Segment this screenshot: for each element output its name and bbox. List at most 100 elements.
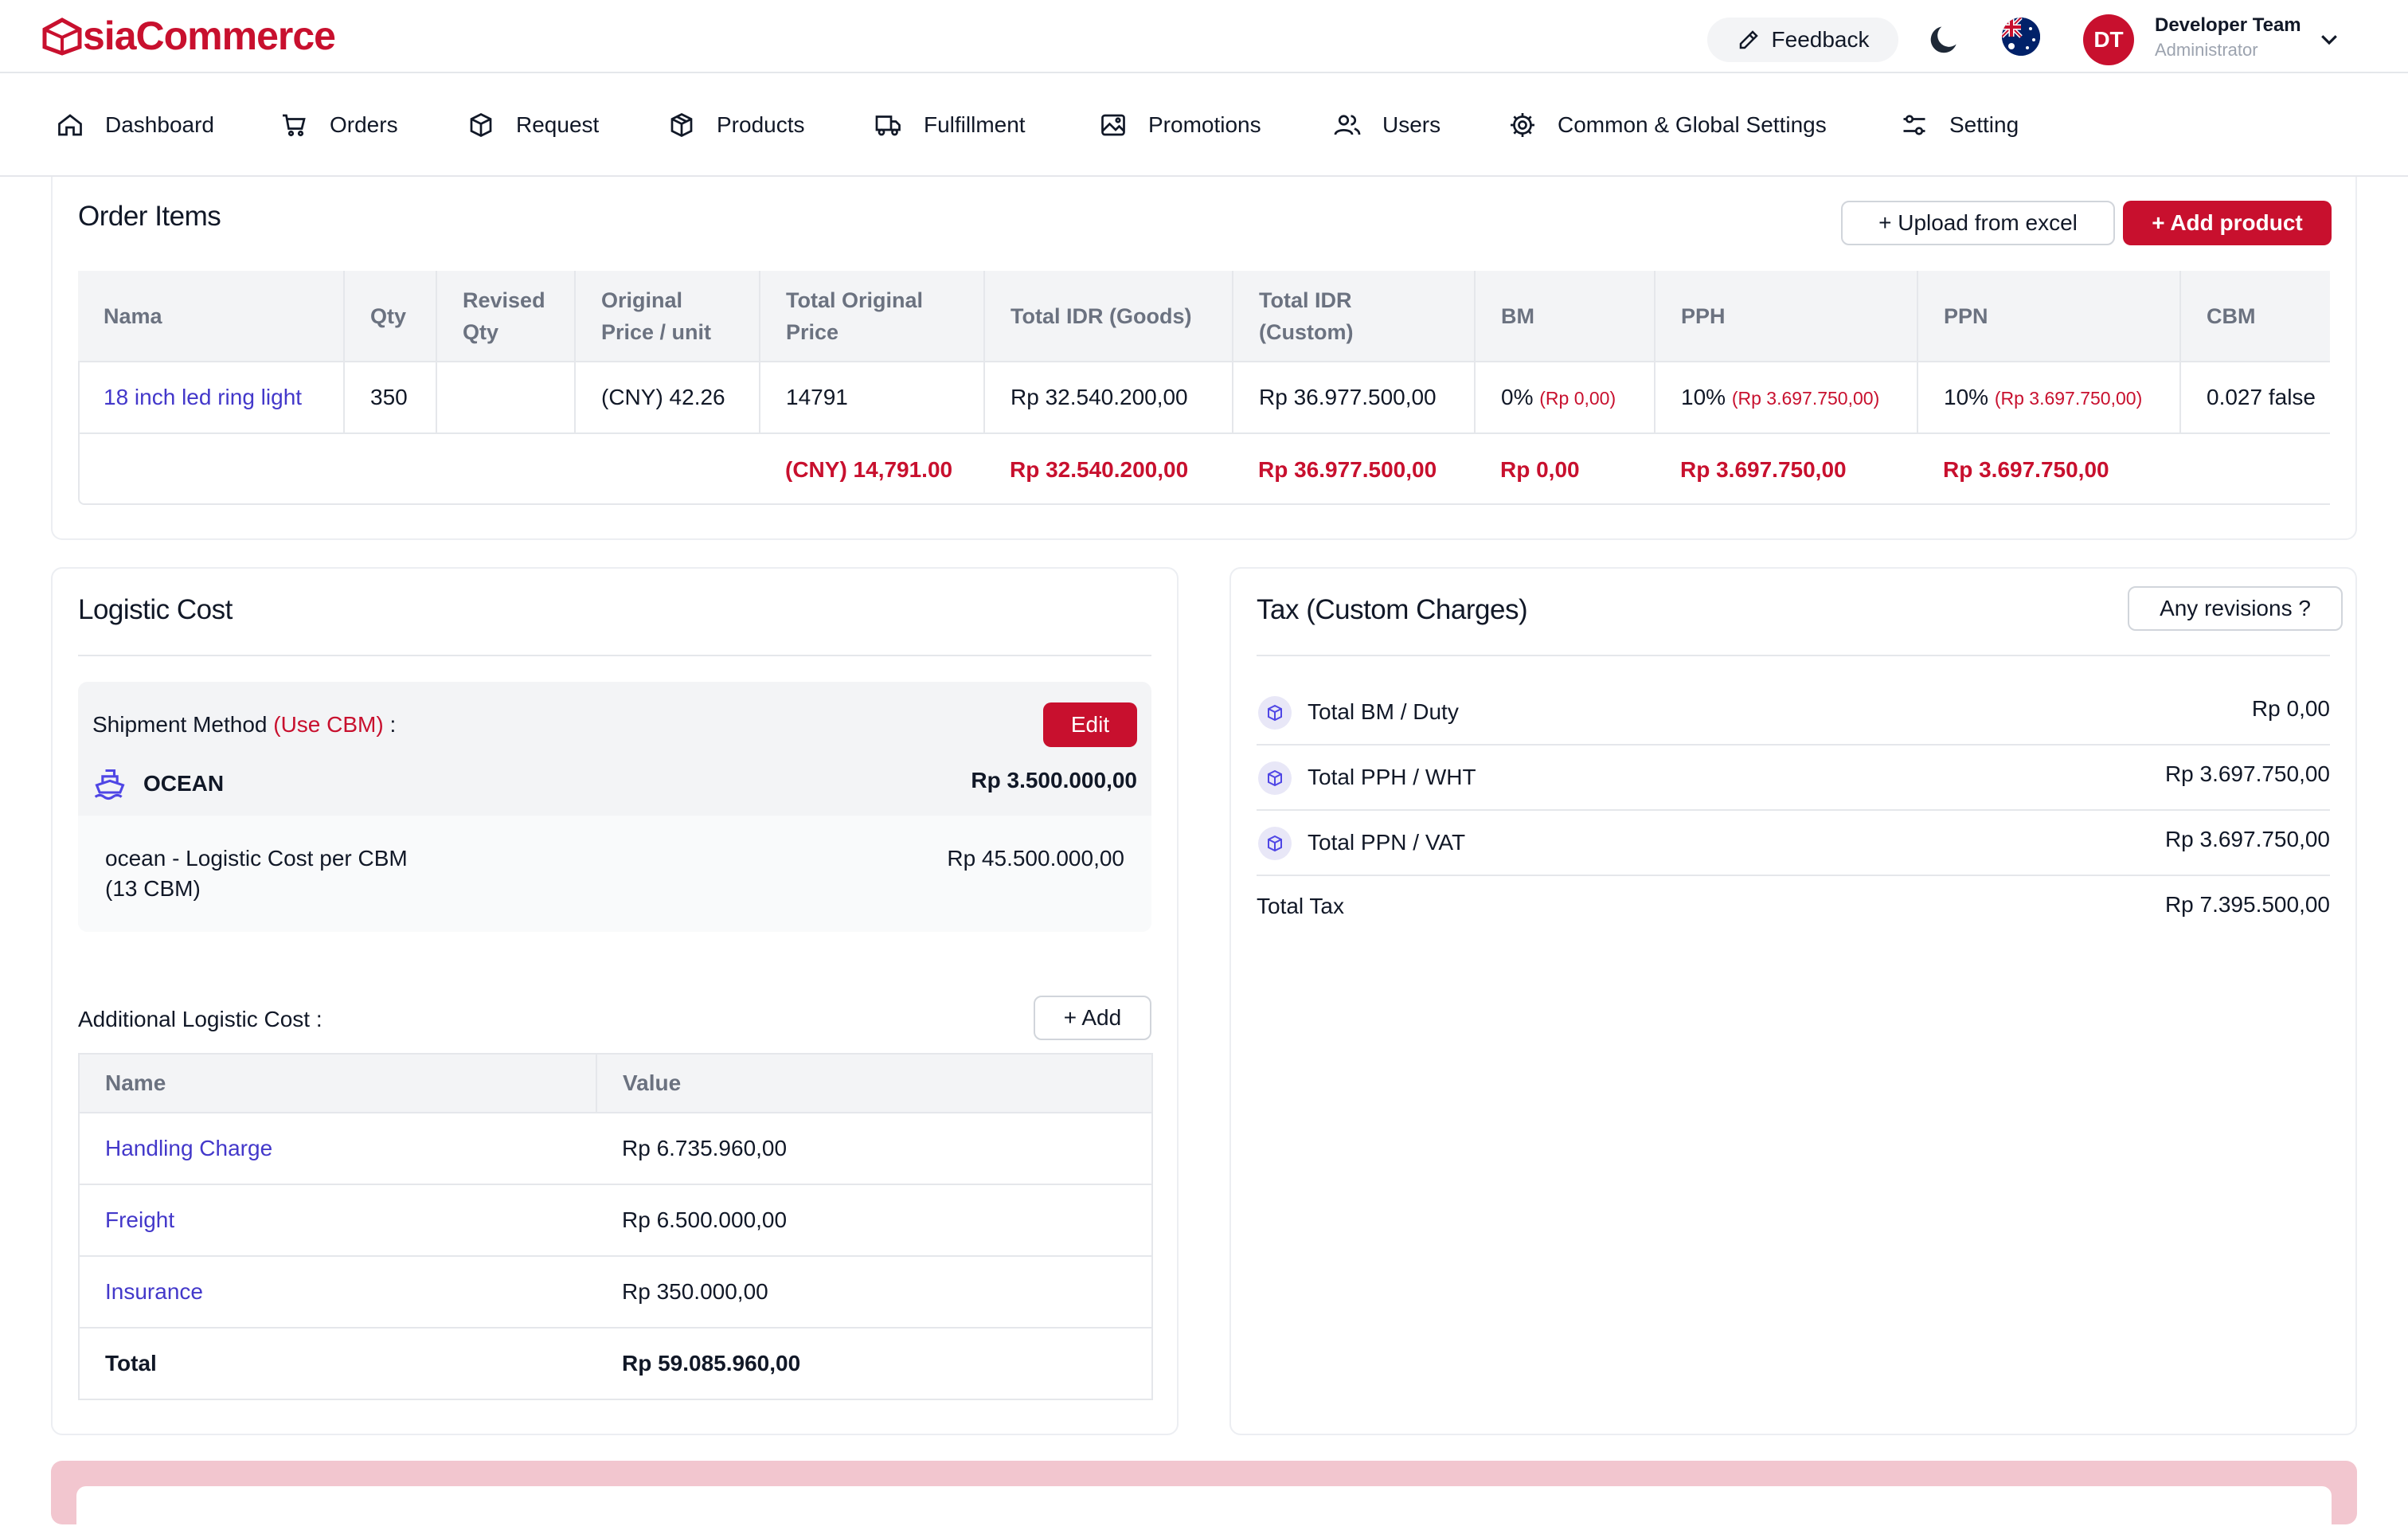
- table-row: Handling Charge Rp 6.735.960,00: [79, 1112, 1152, 1184]
- total-original-cell: 14791: [760, 361, 985, 433]
- qty-cell: 350: [344, 361, 437, 433]
- col-ppn[interactable]: PPN: [1917, 271, 2181, 362]
- nav-dashboard[interactable]: Dashboard: [56, 108, 214, 142]
- total-tax-label: Total Tax: [1257, 894, 1344, 918]
- product-name-link[interactable]: 18 inch led ring light: [104, 385, 302, 409]
- handling-charge-link[interactable]: Handling Charge: [105, 1136, 272, 1160]
- pph-amount: (Rp 3.697.750,00): [1731, 388, 1880, 409]
- total-label: Total: [79, 1327, 596, 1399]
- divider: [78, 655, 1151, 656]
- tax-value: Rp 3.697.750,00: [2164, 827, 2330, 851]
- logistic-cost-title: Logistic Cost: [78, 594, 233, 625]
- additional-logistic-table: Name Value Handling Charge Rp 6.735.960,…: [78, 1053, 1153, 1400]
- col-total-idr-custom[interactable]: Total IDR (Custom): [1233, 271, 1476, 362]
- handling-charge-value: Rp 6.735.960,00: [596, 1112, 1152, 1184]
- any-revisions-button[interactable]: Any revisions ?: [2128, 586, 2343, 631]
- totals-row: (CNY) 14,791.00 Rp 32.540.200,00 Rp 36.9…: [78, 432, 2330, 505]
- logo[interactable]: siaCommerce: [41, 11, 336, 61]
- upload-from-excel-button[interactable]: + Upload from excel: [1841, 201, 2115, 245]
- image-icon: [1101, 114, 1125, 136]
- shipment-method-cost: Rp 3.500.000,00: [971, 768, 1137, 792]
- sliders-icon: [1903, 115, 1925, 135]
- package-icon: [670, 112, 693, 138]
- total-idr-custom-sum: Rp 36.977.500,00: [1233, 432, 1475, 505]
- insurance-value: Rp 350.000,00: [596, 1255, 1152, 1328]
- australia-flag-icon[interactable]: [2002, 18, 2040, 56]
- tax-label: Total BM / Duty: [1308, 699, 1459, 724]
- total-idr-goods-cell: Rp 32.540.200,00: [984, 361, 1233, 433]
- nav-label: Dashboard: [105, 112, 214, 137]
- add-logistic-cost-button[interactable]: + Add: [1034, 996, 1151, 1040]
- total-tax-value: Rp 7.395.500,00: [2164, 892, 2330, 917]
- logistic-detail-box: [78, 816, 1151, 932]
- tax-row-bm: Total BM / Duty Rp 0,00: [1257, 680, 2330, 745]
- col-original-price[interactable]: Original Price / unit: [575, 271, 760, 362]
- freight-link[interactable]: Freight: [105, 1207, 174, 1232]
- bm-rate: 0%: [1501, 385, 1534, 409]
- truck-icon: [875, 115, 901, 136]
- add-product-button[interactable]: + Add product: [2123, 201, 2332, 245]
- additional-logistic-label: Additional Logistic Cost :: [78, 1007, 322, 1031]
- insurance-link[interactable]: Insurance: [105, 1279, 203, 1304]
- tax-label: Total PPN / VAT: [1308, 830, 1466, 855]
- main-nav: Dashboard Orders Request Products Fulfil…: [0, 73, 2408, 177]
- table-row: 18 inch led ring light 350 (CNY) 42.26 1…: [78, 361, 2330, 433]
- original-price-cell: (CNY) 42.26: [575, 361, 760, 433]
- col-value: Value: [596, 1054, 1152, 1113]
- col-qty[interactable]: Qty: [344, 271, 437, 362]
- tax-row-ppn: Total PPN / VAT Rp 3.697.750,00: [1257, 811, 2330, 876]
- gear-icon: [1511, 113, 1534, 137]
- nav-label: Common & Global Settings: [1558, 112, 1827, 137]
- avatar[interactable]: DT: [2083, 14, 2134, 65]
- col-bm[interactable]: BM: [1475, 271, 1656, 362]
- box-icon: [470, 112, 492, 138]
- logistic-detail-line2: (13 CBM): [105, 876, 201, 901]
- col-name: Name: [79, 1054, 597, 1113]
- cube-icon: [1258, 696, 1292, 730]
- col-total-idr-goods[interactable]: Total IDR (Goods): [984, 271, 1233, 362]
- nav-label: Users: [1382, 112, 1441, 137]
- cbm-cell: 0.027 false: [2180, 361, 2330, 433]
- revised-qty-cell[interactable]: [436, 361, 576, 433]
- col-total-original-price[interactable]: Total Original Price: [760, 271, 985, 362]
- bm-sum: Rp 0,00: [1475, 432, 1655, 505]
- nav-fulfillment[interactable]: Fulfillment: [874, 108, 1026, 142]
- order-items-table: Nama Qty Revised Qty Original Price / un…: [78, 271, 2330, 505]
- ppn-amount: (Rp 3.697.750,00): [1994, 388, 2143, 409]
- ppn-cell: 10% (Rp 3.697.750,00): [1917, 361, 2181, 433]
- divider: [1257, 655, 2330, 656]
- feedback-button[interactable]: Feedback: [1707, 18, 1898, 62]
- col-nama[interactable]: Nama: [78, 271, 345, 362]
- edit-shipment-button[interactable]: Edit: [1043, 702, 1137, 747]
- users-icon: [1334, 115, 1361, 135]
- nav-request[interactable]: Request: [467, 108, 599, 142]
- tax-label: Total PPH / WHT: [1308, 765, 1476, 789]
- nav-promotions[interactable]: Promotions: [1099, 108, 1261, 142]
- col-cbm[interactable]: CBM: [2180, 271, 2330, 362]
- col-pph[interactable]: PPH: [1655, 271, 1918, 362]
- nav-setting[interactable]: Setting: [1900, 108, 2019, 142]
- nav-users[interactable]: Users: [1333, 108, 1440, 142]
- shipment-label-text: Shipment Method: [92, 712, 268, 737]
- logistic-detail-line1: ocean - Logistic Cost per CBM: [105, 846, 408, 871]
- table-row: Freight Rp 6.500.000,00: [79, 1184, 1152, 1256]
- shipment-method-label: Shipment Method (Use CBM) :: [92, 712, 396, 738]
- nav-products[interactable]: Products: [667, 108, 805, 142]
- cart-icon: [283, 114, 306, 137]
- nav-label: Fulfillment: [924, 112, 1026, 137]
- tax-title: Tax (Custom Charges): [1257, 594, 1528, 625]
- order-items-header-row: Nama Qty Revised Qty Original Price / un…: [78, 271, 2330, 362]
- nav-label: Products: [717, 112, 805, 137]
- nav-common-global-settings[interactable]: Common & Global Settings: [1508, 108, 1827, 142]
- moon-icon[interactable]: [1927, 22, 1962, 57]
- nav-label: Request: [516, 112, 600, 137]
- total-original-sum: (CNY) 14,791.00: [760, 432, 984, 505]
- total-idr-goods-sum: Rp 32.540.200,00: [984, 432, 1233, 505]
- tax-row-pph: Total PPH / WHT Rp 3.697.750,00: [1257, 745, 2330, 811]
- chevron-down-icon[interactable]: [2317, 27, 2341, 51]
- nav-orders[interactable]: Orders: [280, 108, 398, 142]
- col-revised-qty[interactable]: Revised Qty: [436, 271, 576, 362]
- home-icon: [58, 114, 82, 136]
- logo-box-icon: [42, 18, 82, 56]
- user-name: Developer Team: [2155, 14, 2301, 36]
